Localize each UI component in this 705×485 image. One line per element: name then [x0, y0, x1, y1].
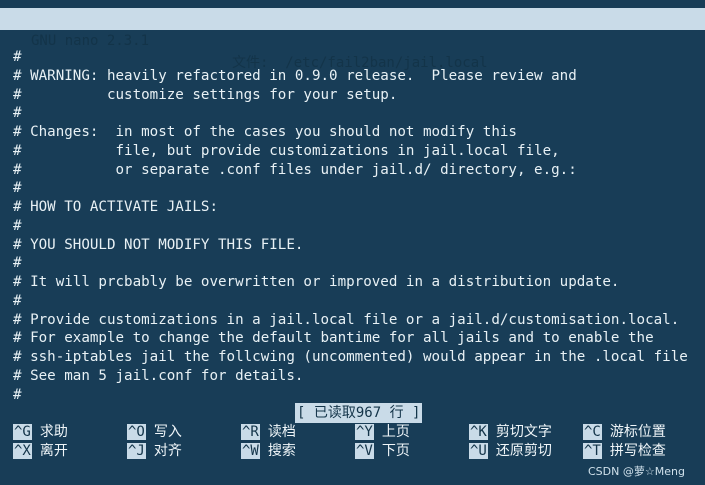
editor-line[interactable]: # Provide customizations in a jail.local… [13, 311, 705, 330]
shortcut-key: ^X [13, 443, 32, 459]
shortcut-key: ^R [241, 424, 260, 440]
shortcut-previous-page[interactable]: ^Y 上页 [355, 423, 410, 442]
editor-line[interactable]: # file, but provide customizations in ja… [13, 142, 705, 161]
shortcut-uncut-text[interactable]: ^U 还原剪切 [469, 442, 552, 461]
shortcut-cut-text[interactable]: ^K 剪切文字 [469, 423, 552, 442]
shortcut-label: 还原剪切 [495, 443, 552, 459]
shortcut-label: 搜索 [267, 443, 296, 459]
editor-line[interactable]: # [13, 104, 705, 123]
shortcut-spell-check[interactable]: ^T 拼写检查 [583, 442, 666, 461]
editor-line[interactable]: # [13, 386, 705, 405]
editor-line[interactable]: # [13, 48, 705, 67]
shortcut-exit[interactable]: ^X 离开 [13, 442, 68, 461]
shortcut-label: 读档 [267, 424, 296, 440]
editor-line[interactable]: # See man 5 jail.conf for details. [13, 367, 705, 386]
shortcut-key: ^O [127, 424, 146, 440]
editor-line[interactable]: # WARNING: heavily refactored in 0.9.0 r… [13, 67, 705, 86]
shortcut-key: ^Y [355, 424, 374, 440]
shortcut-label: 离开 [39, 443, 68, 459]
editor-line[interactable]: # [13, 292, 705, 311]
shortcut-cursor-position[interactable]: ^C 游标位置 [583, 423, 666, 442]
shortcut-label: 剪切文字 [495, 424, 552, 440]
shortcut-write-out[interactable]: ^O 写入 [127, 423, 182, 442]
shortcut-key: ^C [583, 424, 602, 440]
editor-line[interactable]: # Changes: in most of the cases you shou… [13, 123, 705, 142]
shortcut-help[interactable]: ^G 求助 [13, 423, 68, 442]
watermark: CSDN @萝☆Meng [588, 465, 685, 478]
editor-line[interactable]: # It will prcbably be overwritten or imp… [13, 273, 705, 292]
shortcut-label: 对齐 [153, 443, 182, 459]
editor-line[interactable]: # HOW TO ACTIVATE JAILS: [13, 198, 705, 217]
shortcut-label: 拼写检查 [609, 443, 666, 459]
editor-text-area[interactable]: # # WARNING: heavily refactored in 0.9.0… [13, 48, 705, 404]
shortcut-label: 写入 [153, 424, 182, 440]
shortcut-read-file[interactable]: ^R 读档 [241, 423, 296, 442]
nano-title-bar: GNU nano 2.3.1 文件: /etc/fail2ban/jail.lo… [0, 8, 705, 71]
shortcut-label: 游标位置 [609, 424, 666, 440]
editor-line[interactable]: # [13, 179, 705, 198]
editor-line[interactable]: # For example to change the default bant… [13, 329, 705, 348]
shortcut-key: ^G [13, 424, 32, 440]
status-message: [ 已读取967 行 ] [295, 403, 423, 423]
editor-line[interactable]: # ssh-iptables jail the follcwing (uncom… [13, 348, 705, 367]
shortcut-label: 求助 [39, 424, 68, 440]
shortcut-justify[interactable]: ^J 对齐 [127, 442, 182, 461]
shortcut-key: ^K [469, 424, 488, 440]
editor-line[interactable]: # customize settings for your setup. [13, 86, 705, 105]
shortcut-label: 下页 [381, 443, 410, 459]
editor-line[interactable]: # [13, 217, 705, 236]
editor-line[interactable]: # or separate .conf files under jail.d/ … [13, 161, 705, 180]
shortcut-key: ^U [469, 443, 488, 459]
shortcut-key: ^T [583, 443, 602, 459]
shortcut-key: ^W [241, 443, 260, 459]
shortcut-search[interactable]: ^W 搜索 [241, 442, 296, 461]
editor-line[interactable]: # YOU SHOULD NOT MODIFY THIS FILE. [13, 236, 705, 255]
shortcut-next-page[interactable]: ^V 下页 [355, 442, 410, 461]
editor-line[interactable]: # [13, 254, 705, 273]
shortcut-label: 上页 [381, 424, 410, 440]
shortcut-key: ^J [127, 443, 146, 459]
shortcut-key: ^V [355, 443, 374, 459]
